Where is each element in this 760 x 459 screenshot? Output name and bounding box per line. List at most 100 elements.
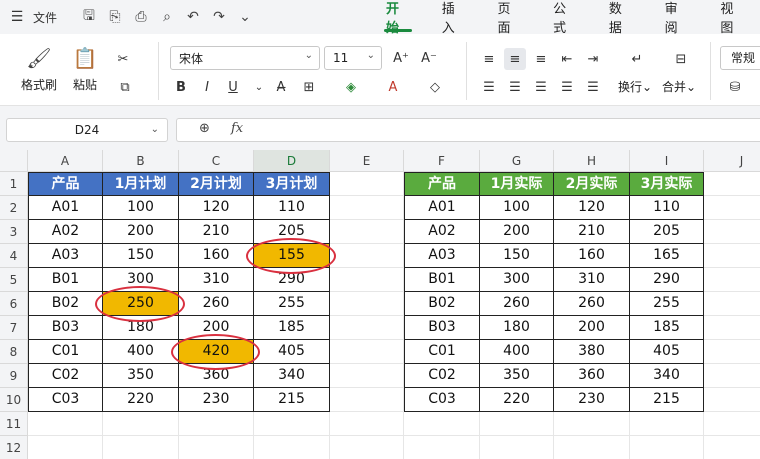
row-header-1[interactable]: 1 (0, 172, 28, 196)
plan-table-cell[interactable]: 210 (179, 220, 254, 244)
plan-table-header[interactable]: 1月计划 (103, 172, 179, 196)
align-top-icon[interactable]: ≡ (478, 48, 500, 70)
underline-button[interactable]: U (222, 76, 244, 98)
cell[interactable] (630, 412, 704, 436)
actual-table-cell[interactable]: C03 (404, 388, 480, 412)
plan-table-cell[interactable]: A01 (28, 196, 103, 220)
row-header-8[interactable]: 8 (0, 340, 28, 364)
select-all-corner[interactable] (0, 150, 28, 172)
border-icon[interactable]: ⊞ (298, 76, 320, 98)
plan-table-cell[interactable]: 200 (179, 316, 254, 340)
row-header-6[interactable]: 6 (0, 292, 28, 316)
plan-table-cell[interactable]: 185 (254, 316, 330, 340)
plan-table-cell[interactable]: C01 (28, 340, 103, 364)
plan-table-header[interactable]: 产品 (28, 172, 103, 196)
cell[interactable] (554, 412, 630, 436)
cell[interactable] (554, 436, 630, 459)
cell[interactable] (330, 388, 404, 412)
plan-table-cell[interactable]: B02 (28, 292, 103, 316)
fx-icon[interactable]: fx (231, 121, 243, 136)
actual-table-cell[interactable]: C01 (404, 340, 480, 364)
tab-6[interactable]: 视图 (704, 0, 760, 36)
actual-table-cell[interactable]: C02 (404, 364, 480, 388)
cell[interactable] (330, 340, 404, 364)
align-bottom-icon[interactable]: ≡ (530, 48, 552, 70)
actual-table-cell[interactable]: 260 (554, 292, 630, 316)
number-format-select[interactable]: 常规 (720, 46, 760, 70)
plan-table-cell[interactable]: 250 (103, 292, 179, 316)
cell[interactable] (330, 436, 404, 459)
column-header-f[interactable]: F (404, 150, 480, 172)
increase-font-icon[interactable]: A⁺ (390, 47, 412, 69)
tab-3[interactable]: 公式 (537, 0, 593, 36)
cell[interactable] (704, 388, 760, 412)
actual-table-cell[interactable]: 400 (480, 340, 554, 364)
font-size-select[interactable]: 11 ⌄ (324, 46, 382, 70)
actual-table-cell[interactable]: A03 (404, 244, 480, 268)
cell[interactable] (404, 436, 480, 459)
plan-table-cell[interactable]: 360 (179, 364, 254, 388)
zoom-icon[interactable]: ⊕ (199, 121, 210, 136)
cell[interactable] (254, 412, 330, 436)
actual-table-cell[interactable]: 165 (630, 244, 704, 268)
column-header-h[interactable]: H (554, 150, 630, 172)
cell[interactable] (704, 292, 760, 316)
actual-table-header[interactable]: 3月实际 (630, 172, 704, 196)
actual-table-cell[interactable]: 405 (630, 340, 704, 364)
column-header-c[interactable]: C (179, 150, 254, 172)
distributed-icon[interactable]: ☰ (582, 76, 604, 98)
cell[interactable] (704, 244, 760, 268)
actual-table-header[interactable]: 2月实际 (554, 172, 630, 196)
align-left-icon[interactable]: ☰ (478, 76, 500, 98)
actual-table-cell[interactable]: B01 (404, 268, 480, 292)
actual-table-cell[interactable]: 230 (554, 388, 630, 412)
cell[interactable] (704, 268, 760, 292)
column-header-e[interactable]: E (330, 150, 404, 172)
cell[interactable] (28, 436, 103, 459)
plan-table-cell[interactable]: B03 (28, 316, 103, 340)
align-middle-icon[interactable]: ≡ (504, 48, 526, 70)
cell[interactable] (254, 436, 330, 459)
plan-table-cell[interactable]: 350 (103, 364, 179, 388)
cell[interactable] (28, 412, 103, 436)
actual-table-cell[interactable]: 215 (630, 388, 704, 412)
column-header-j[interactable]: J (704, 150, 760, 172)
cell[interactable] (330, 268, 404, 292)
actual-table-cell[interactable]: B03 (404, 316, 480, 340)
wrap-text-button[interactable]: 换行⌄ (618, 78, 652, 95)
cell[interactable] (480, 436, 554, 459)
cell[interactable] (330, 316, 404, 340)
actual-table-header[interactable]: 产品 (404, 172, 480, 196)
row-header-11[interactable]: 11 (0, 412, 28, 436)
cell[interactable] (704, 316, 760, 340)
plan-table-cell[interactable]: 255 (254, 292, 330, 316)
file-menu[interactable]: 文件 (28, 4, 62, 30)
row-header-2[interactable]: 2 (0, 196, 28, 220)
underline-dropdown-icon[interactable]: ⌄ (248, 76, 270, 98)
actual-table-cell[interactable]: 150 (480, 244, 554, 268)
actual-table-cell[interactable]: 290 (630, 268, 704, 292)
align-right-icon[interactable]: ☰ (530, 76, 552, 98)
plan-table-cell[interactable]: 310 (179, 268, 254, 292)
plan-table-cell[interactable]: 155 (254, 244, 330, 268)
tab-2[interactable]: 页面 (481, 0, 537, 36)
cell[interactable] (704, 220, 760, 244)
tab-5[interactable]: 审阅 (649, 0, 705, 36)
column-header-d[interactable]: D (254, 150, 330, 172)
actual-table-cell[interactable]: 160 (554, 244, 630, 268)
cell[interactable] (704, 364, 760, 388)
cell[interactable] (704, 172, 760, 196)
format-painter-button[interactable]: 🖌 格式刷 (16, 44, 62, 93)
plan-table-header[interactable]: 2月计划 (179, 172, 254, 196)
plan-table-cell[interactable]: 200 (103, 220, 179, 244)
name-box[interactable]: D24 ⌄ (6, 118, 168, 142)
clear-format-icon[interactable]: ◇ (424, 76, 446, 98)
print-preview-icon[interactable]: ⌕ (154, 4, 180, 30)
plan-table-cell[interactable]: 260 (179, 292, 254, 316)
cell[interactable] (179, 412, 254, 436)
actual-table-cell[interactable]: 200 (480, 220, 554, 244)
italic-button[interactable]: I (196, 76, 218, 98)
undo-icon[interactable]: ↶ (180, 4, 206, 30)
plan-table-cell[interactable]: 405 (254, 340, 330, 364)
actual-table-cell[interactable]: 310 (554, 268, 630, 292)
